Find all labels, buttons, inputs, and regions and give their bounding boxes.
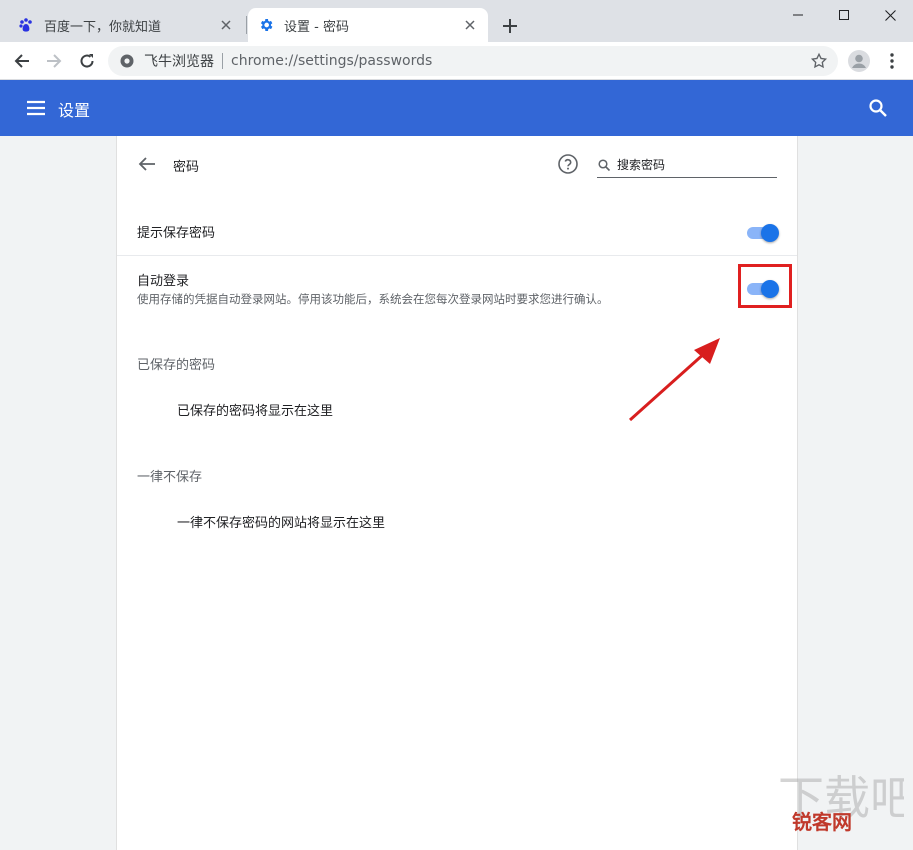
passwords-subheader: 密码 [117, 136, 797, 192]
close-icon [884, 9, 896, 21]
maximize-icon [839, 10, 849, 20]
search-icon [598, 158, 611, 171]
reload-icon [80, 54, 94, 68]
close-icon[interactable] [462, 17, 478, 33]
watermark: 下载吧 锐客网 [770, 770, 910, 850]
minimize-icon [793, 14, 803, 16]
search-icon[interactable] [866, 96, 890, 120]
never-saved-heading: 一律不保存 [137, 470, 203, 485]
offer-to-save-toggle[interactable] [745, 222, 779, 242]
plus-icon [503, 19, 517, 33]
saved-passwords-heading: 已保存的密码 [137, 358, 216, 373]
tab-settings-passwords[interactable]: 设置 - 密码 [248, 8, 488, 42]
maximize-button[interactable] [821, 0, 867, 30]
password-search-input[interactable] [617, 157, 767, 172]
menu-icon[interactable] [24, 96, 48, 120]
settings-header: 设置 [0, 80, 913, 136]
close-icon[interactable] [218, 17, 234, 33]
forward-button[interactable] [42, 49, 66, 73]
star-icon[interactable] [810, 52, 828, 70]
page-title: 密码 [173, 160, 200, 175]
more-vert-icon [890, 53, 894, 69]
auto-signin-description: 使用存储的凭据自动登录网站。停用该功能后，系统会在您每次登录网站时要求您进行确认… [137, 292, 609, 306]
back-button[interactable] [10, 49, 34, 73]
tab-strip: 百度一下，你就知道 设置 - 密码 [0, 0, 913, 42]
minimize-button[interactable] [775, 0, 821, 30]
arrow-left-icon[interactable] [135, 152, 159, 176]
tab-separator [246, 16, 247, 34]
auto-signin-row: 自动登录 使用存储的凭据自动登录网站。停用该功能后，系统会在您每次登录网站时要求… [117, 256, 797, 316]
url-text[interactable]: chrome://settings/passwords [231, 53, 432, 69]
gear-icon [260, 19, 273, 31]
reload-button[interactable] [75, 49, 99, 73]
profile-avatar-icon[interactable] [847, 49, 871, 73]
site-name: 飞牛浏览器 [144, 54, 214, 70]
arrow-left-icon [14, 54, 29, 68]
offer-to-save-label: 提示保存密码 [137, 226, 216, 241]
settings-title: 设置 [58, 101, 91, 120]
passwords-card: 密码 提示保存密码 自动登录 使用存储的凭据自动登录网站。停用该功能后，系统会在… [116, 136, 798, 850]
tab-title: 百度一下，你就知道 [44, 19, 162, 35]
tab-title: 设置 - 密码 [284, 19, 349, 35]
saved-passwords-empty-message: 已保存的密码将显示在这里 [177, 404, 334, 419]
chrome-icon [120, 54, 134, 68]
offer-to-save-row: 提示保存密码 [117, 212, 797, 256]
auto-signin-label: 自动登录 [137, 274, 190, 289]
annotation-highlight-box [738, 264, 792, 308]
baidu-paw-icon [19, 18, 32, 32]
arrow-right-icon [47, 54, 62, 68]
help-icon[interactable] [557, 153, 579, 175]
never-saved-empty-message: 一律不保存密码的网站将显示在这里 [177, 516, 386, 531]
new-tab-button[interactable] [498, 14, 522, 38]
omnibox-separator [222, 53, 223, 69]
window-close-button[interactable] [867, 0, 913, 30]
watermark-text: 锐客网 [792, 810, 852, 834]
toggle-knob [761, 224, 779, 242]
tab-baidu[interactable]: 百度一下，你就知道 [8, 8, 244, 42]
browser-toolbar: 飞牛浏览器 chrome://settings/passwords [0, 42, 913, 80]
address-bar[interactable]: 飞牛浏览器 chrome://settings/passwords [108, 46, 838, 76]
password-search-box[interactable] [597, 152, 777, 178]
browser-menu-button[interactable] [880, 49, 904, 73]
annotation-arrow-icon [628, 338, 720, 422]
